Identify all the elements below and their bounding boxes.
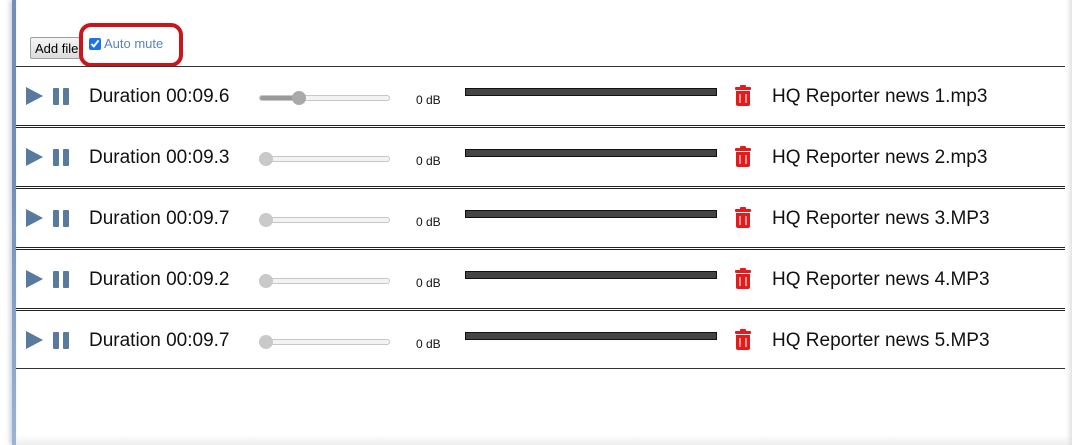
- toolbar: Add file: [30, 36, 80, 60]
- trash-icon[interactable]: [735, 207, 751, 229]
- track-row: Duration 00:09.7 0 dB HQ Reporter news 5…: [16, 308, 1065, 369]
- level-meter: [465, 149, 717, 157]
- pause-icon[interactable]: [53, 332, 70, 349]
- level-meter: [465, 332, 717, 340]
- level-meter: [465, 88, 717, 96]
- pause-icon[interactable]: [53, 149, 70, 166]
- play-icon[interactable]: [26, 331, 43, 349]
- play-icon[interactable]: [26, 87, 43, 105]
- track-duration: Duration 00:09.7: [89, 208, 230, 229]
- gain-readout: 0 dB: [416, 337, 441, 351]
- track-duration: Duration 00:09.7: [89, 330, 230, 351]
- auto-mute-checkbox[interactable]: [89, 37, 101, 50]
- track-row: Duration 00:09.3 0 dB HQ Reporter news 2…: [16, 125, 1065, 186]
- trash-icon[interactable]: [735, 146, 751, 168]
- play-icon[interactable]: [26, 148, 43, 166]
- level-meter: [465, 271, 717, 279]
- add-file-button[interactable]: Add file: [30, 37, 80, 59]
- volume-slider-thumb[interactable]: [259, 213, 273, 227]
- volume-slider[interactable]: [259, 213, 390, 227]
- window-right-shadow: [1066, 0, 1072, 445]
- gain-readout: 0 dB: [416, 154, 441, 168]
- track-duration: Duration 00:09.2: [89, 269, 230, 290]
- trash-icon[interactable]: [735, 268, 751, 290]
- gain-readout: 0 dB: [416, 215, 441, 229]
- pause-icon[interactable]: [53, 88, 70, 105]
- track-row: Duration 00:09.7 0 dB HQ Reporter news 3…: [16, 186, 1065, 247]
- volume-slider[interactable]: [259, 91, 390, 105]
- track-filename: HQ Reporter news 2.mp3: [772, 147, 988, 168]
- volume-slider-thumb[interactable]: [291, 91, 306, 105]
- track-filename: HQ Reporter news 3.MP3: [772, 208, 990, 229]
- volume-slider-thumb[interactable]: [259, 274, 273, 288]
- gain-readout: 0 dB: [416, 93, 441, 107]
- window-bottom-shadow: [16, 435, 1072, 445]
- volume-slider-thumb[interactable]: [259, 152, 273, 166]
- auto-mute-option[interactable]: Auto mute: [86, 36, 163, 51]
- track-filename: HQ Reporter news 1.mp3: [772, 86, 988, 107]
- play-icon[interactable]: [26, 209, 43, 227]
- play-icon[interactable]: [26, 270, 43, 288]
- pause-icon[interactable]: [53, 210, 70, 227]
- volume-slider[interactable]: [259, 274, 390, 288]
- volume-slider[interactable]: [259, 152, 390, 166]
- volume-slider[interactable]: [259, 335, 390, 349]
- trash-icon[interactable]: [735, 329, 751, 351]
- track-filename: HQ Reporter news 4.MP3: [772, 269, 990, 290]
- volume-slider-thumb[interactable]: [259, 335, 273, 349]
- track-row: Duration 00:09.6 0 dB HQ Reporter news 1…: [16, 66, 1065, 125]
- track-duration: Duration 00:09.6: [89, 86, 230, 107]
- pause-icon[interactable]: [53, 271, 70, 288]
- level-meter: [465, 210, 717, 218]
- trash-icon[interactable]: [735, 85, 751, 107]
- track-filename: HQ Reporter news 5.MP3: [772, 330, 990, 351]
- track-duration: Duration 00:09.3: [89, 147, 230, 168]
- track-list: Duration 00:09.6 0 dB HQ Reporter news 1…: [16, 66, 1065, 369]
- auto-mute-label: Auto mute: [104, 36, 164, 51]
- gain-readout: 0 dB: [416, 276, 441, 290]
- track-row: Duration 00:09.2 0 dB HQ Reporter news 4…: [16, 247, 1065, 308]
